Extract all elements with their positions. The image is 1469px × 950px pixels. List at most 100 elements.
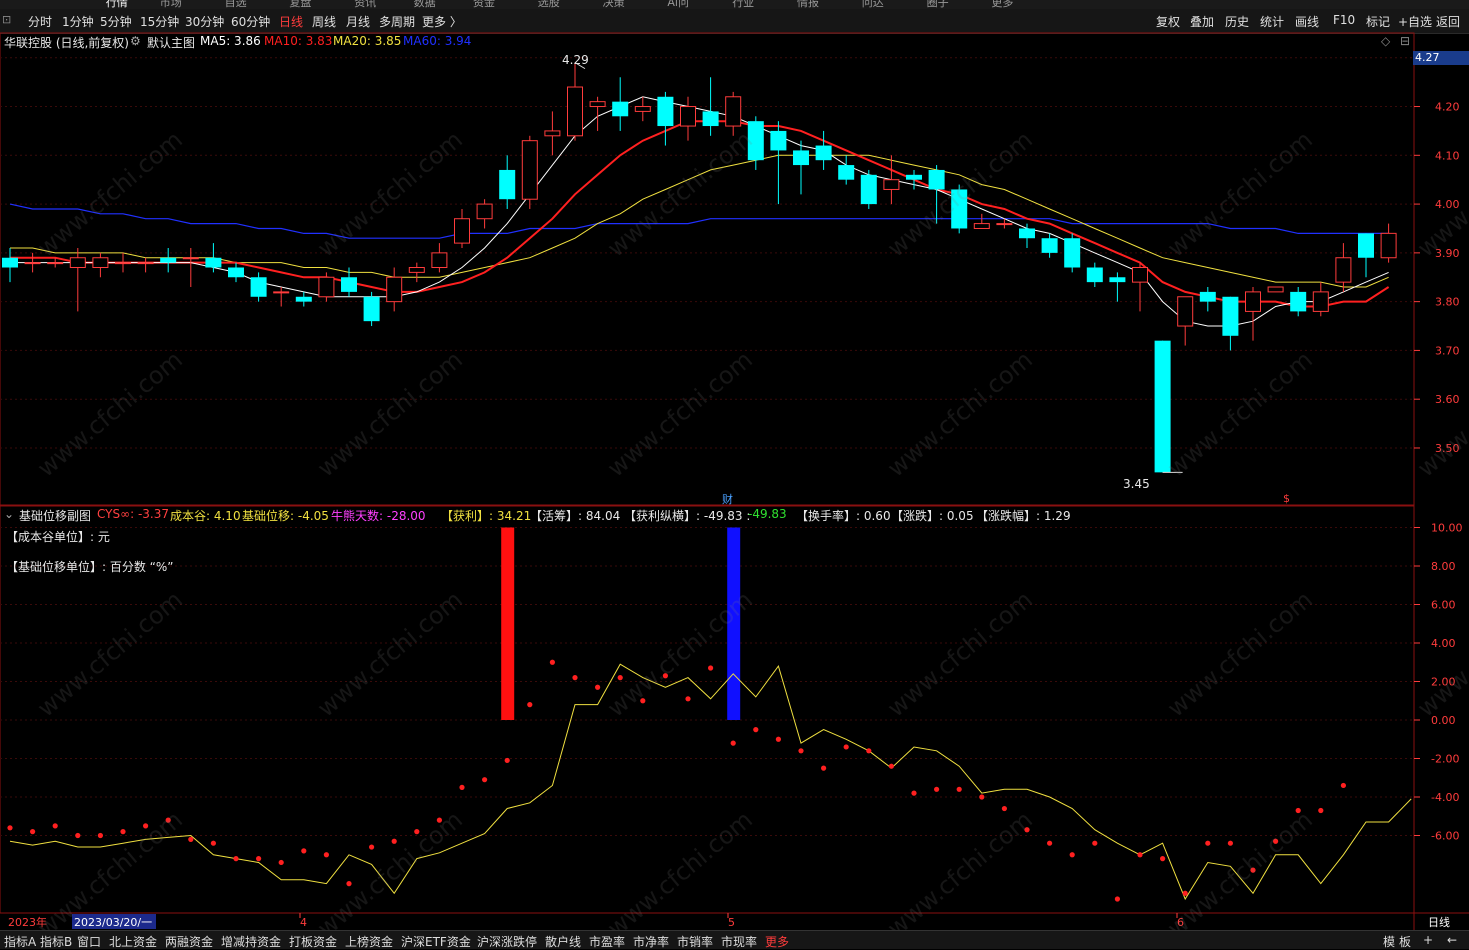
candle-body [92,257,109,269]
cost-valley-dot [1069,852,1075,858]
bottom-tool-0[interactable]: 模 [1383,933,1395,950]
candle-body [1019,228,1035,239]
candle-body [1245,291,1261,312]
indicator-tab-12[interactable]: 市净率 [633,933,669,950]
cost-valley-dot [504,757,510,764]
candle-body [476,203,493,220]
cost-valley-label: 成本谷: 4.10 [170,509,241,523]
candle-body [160,257,177,263]
sub-ytick-label: -6.00 [1431,830,1459,843]
sub-ytick-label: 8.00 [1431,560,1456,573]
bear-days-label: 牛熊天数: -28.00 [331,509,426,523]
candle-body [883,179,900,190]
cost-valley-dot [97,832,103,839]
cost-valley-dot [369,844,375,850]
cost-valley-dot [301,848,307,854]
candle-body [69,257,86,269]
cost-valley-dot [323,852,329,858]
candle-body [1041,238,1058,253]
candle-body [205,257,222,268]
candle-body [860,174,877,205]
sub-collapse-icon[interactable]: ⌄ [4,507,14,521]
candle-body [250,277,267,297]
indicator-tab-15[interactable]: 更多 [765,933,789,950]
cost-valley-dot [120,829,126,835]
indicator-tabs-bar: 指标A 指标B 窗口 北上资金 两融资金 增减持资金 打板资金 上榜资金 沪深ETF资金 沪深涨跌… [0,930,1469,949]
candle-body [24,262,41,265]
candle-body [454,218,470,244]
candle-body [1222,296,1239,336]
cost-valley-dot [1047,840,1053,846]
finance-marker[interactable]: 财 [722,491,733,507]
indicator-tab-0[interactable]: 指标A [4,933,36,950]
candle-body [838,165,855,180]
cost-valley-dot [75,832,81,839]
current-price-tag: 4.27 [1413,51,1469,65]
candle-body [770,130,787,151]
candle-body [1109,277,1126,283]
bottom-tool-1[interactable]: 板 [1399,933,1411,950]
indicator-tab-7[interactable]: 上榜资金 [345,933,393,950]
cost-valley-dot [29,829,36,835]
cost-valley-dot [934,786,940,792]
bottom-tool-3[interactable]: ← [1447,933,1457,947]
cost-valley-unit: 【成本谷单位】: 元 [6,530,110,544]
candle-body [431,252,448,269]
candle-body [1154,340,1171,473]
indicator-tab-8[interactable]: 沪深ETF资金 [401,933,471,950]
x-axis-label: 5 [728,916,735,929]
candle-body [2,257,18,268]
cost-valley-dot [753,727,759,733]
main-ytick-label: 4.10 [1435,149,1460,162]
indicator-tab-6[interactable]: 打板资金 [289,933,337,950]
indicator-tab-2[interactable]: 窗口 [77,933,101,950]
sub-title[interactable]: 基础位移副图 [19,507,91,524]
cost-valley-dot [730,740,736,746]
candle-body [680,106,696,127]
candle-body [1199,291,1216,302]
cost-valley-dot [911,790,917,796]
cost-valley-dot [708,665,714,671]
indicator-tab-9[interactable]: 沪深涨跌停 [477,933,537,950]
cost-valley-dot [956,786,962,792]
cost-valley-dot [866,748,872,754]
candle-body [137,262,154,265]
cost-valley-dot [685,696,691,702]
candle-body [973,223,990,229]
base-shift-unit: 【基础位移单位】: 百分数 “%” [6,560,174,574]
indicator-tab-14[interactable]: 市现率 [721,933,757,950]
bottom-tool-2[interactable]: + [1423,933,1433,947]
cost-valley-dot [798,748,804,754]
candle-body [341,277,357,292]
indicator-tab-4[interactable]: 两融资金 [165,933,213,950]
indicator-tab-1[interactable]: 指标B [40,933,72,950]
ma10-line [10,120,1390,308]
cost-valley-dot [1160,856,1166,862]
indicator-tab-3[interactable]: 北上资金 [109,933,157,950]
candle-body [273,291,290,294]
candle-body [521,140,538,200]
cost-valley-dot [617,675,623,681]
cost-valley-dot [482,777,488,783]
dividend-marker[interactable]: $ [1283,492,1290,505]
candle-body [793,150,809,166]
cost-valley-dot [391,838,397,844]
x-axis-label: 日线 [1428,915,1450,929]
x-axis-label: 4 [300,916,307,929]
sub-ytick-label: 10.00 [1431,522,1463,535]
candle-body [228,267,244,278]
candle-body [182,257,199,260]
candle-body [363,296,380,322]
signal-bar [501,527,515,720]
cost-valley-dot [52,823,58,829]
candle-body [702,111,719,127]
cost-valley-dot [549,659,556,665]
indicator-tab-10[interactable]: 散户线 [545,933,581,950]
indicator-tab-5[interactable]: 增减持资金 [221,933,281,950]
indicator-tab-13[interactable]: 市销率 [677,933,713,950]
candle-body [1290,291,1307,312]
cost-valley-dot [595,684,601,690]
main-ytick-label: 4.20 [1435,101,1460,114]
main-ytick-label: 3.70 [1435,344,1460,357]
indicator-tab-11[interactable]: 市盈率 [589,933,625,950]
